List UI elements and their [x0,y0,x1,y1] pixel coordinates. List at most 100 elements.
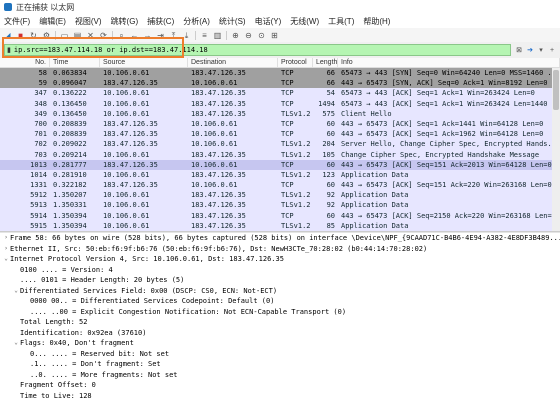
packet-row[interactable]: 5913 1.350331 10.106.0.61 183.47.126.35 TLSv… [0,200,560,211]
add-filter-button-icon[interactable]: + [548,46,556,54]
detail-tree-row[interactable]: Total Length: 52 [0,317,560,328]
menu-item-9[interactable]: 工具(T) [328,16,354,27]
detail-tree-row[interactable]: Time to Live: 128 [0,391,560,400]
display-filter-input[interactable] [13,46,510,54]
packet-cell-info: 443 → 65473 [ACK] Seq=2150 Ack=220 Win=2… [341,211,556,220]
column-header-protocol[interactable]: Protocol [278,58,313,67]
collapse-arrow-icon[interactable]: ⌄ [2,254,10,265]
restart-icon[interactable]: ↻ [29,31,38,40]
menu-item-2[interactable]: 视图(V) [75,16,102,27]
stop-icon[interactable]: ■ [16,31,25,40]
clear-filter-icon[interactable]: ⊠ [515,46,523,54]
menu-item-7[interactable]: 电话(Y) [255,16,282,27]
back-arrow-icon[interactable]: ← [130,31,139,40]
zoom-out-icon[interactable]: ⊖ [244,31,253,40]
menu-item-6[interactable]: 统计(S) [219,16,246,27]
packet-row[interactable]: 1331 0.322182 183.47.126.35 10.106.0.61 TCP 6… [0,180,560,191]
menu-item-0[interactable]: 文件(F) [4,16,30,27]
packet-cell-dst: 10.106.0.61 [191,140,238,149]
menu-item-5[interactable]: 分析(A) [183,16,210,27]
detail-tree-row[interactable]: › Frame 58: 66 bytes on wire (528 bits), … [0,233,560,244]
menu-item-10[interactable]: 帮助(H) [363,16,390,27]
recent-filters-icon[interactable]: ▾ [537,46,545,54]
detail-tree-row[interactable]: 0... .... = Reserved bit: Not set [0,349,560,360]
colorize-icon[interactable]: ▥ [213,31,222,40]
packet-cell-info: 443 → 65473 [SYN, ACK] Seq=0 Ack=1 Win=8… [341,79,560,88]
zoom-in-icon[interactable]: ⊕ [231,31,240,40]
apply-filter-icon[interactable]: ➔ [526,46,534,54]
packet-list[interactable]: 58 0.063834 10.106.0.61 183.47.126.35 TCP 66 6… [0,68,560,231]
save-icon[interactable]: ▤ [73,31,82,40]
shark-fin-icon[interactable]: ◢ [3,31,12,40]
detail-tree-row[interactable]: ⌄ Flags: 0x40, Don't fragment [0,338,560,349]
packet-row[interactable]: 1014 0.281910 10.106.0.61 183.47.126.35 TLSv… [0,169,560,181]
menu-item-4[interactable]: 捕获(C) [147,16,174,27]
column-header-time[interactable]: Time [50,58,100,67]
packet-row[interactable]: 59 0.096047 183.47.126.35 10.106.0.61 TCP 66 4… [0,78,560,89]
packet-row[interactable]: 701 0.208839 183.47.126.35 10.106.0.61 TCP 60… [0,129,560,140]
resize-columns-icon[interactable]: ⊞ [270,31,279,40]
packet-cell-dst: 10.106.0.61 [191,119,238,128]
packet-cell-src: 183.47.126.35 [103,79,158,88]
expand-arrow-icon[interactable]: › [2,244,10,255]
detail-tree-row[interactable]: 0100 .... = Version: 4 [0,265,560,276]
close-file-icon[interactable]: ✕ [86,31,95,40]
detail-tree-row[interactable]: .... 0101 = Header Length: 20 bytes (5) [0,275,560,286]
detail-tree-row[interactable]: 0000 00.. = Differentiated Services Code… [0,296,560,307]
packet-row[interactable]: 5915 1.350394 10.106.0.61 183.47.126.35 TLSv… [0,220,560,231]
collapse-arrow-icon[interactable]: ⌄ [12,338,20,349]
last-packet-icon[interactable]: ⤓ [182,31,191,40]
collapse-arrow-icon[interactable]: ⌄ [12,286,20,297]
detail-tree-row[interactable]: ⌄ Differentiated Services Field: 0x00 (DS… [0,286,560,297]
detail-tree-row[interactable]: › Ethernet II, Src: 50:eb:f6:9f:b6:76 (50… [0,244,560,255]
menu-item-1[interactable]: 编辑(E) [39,16,66,27]
packet-cell-src: 10.106.0.61 [103,89,150,98]
display-filter-field[interactable]: ▮ [4,44,511,56]
column-header-info[interactable]: Info [338,58,560,67]
first-packet-icon[interactable]: ⤒ [169,31,178,40]
autoscroll-icon[interactable]: ≡ [200,31,209,40]
packet-row[interactable]: 58 0.063834 10.106.0.61 183.47.126.35 TCP 66 6… [0,68,560,79]
zoom-reset-icon[interactable]: ⊙ [257,31,266,40]
detail-tree-row[interactable]: Fragment Offset: 0 [0,380,560,391]
packet-row[interactable]: 1013 0.281777 183.47.126.35 10.106.0.61 TCP 6… [0,159,560,170]
packet-details-pane[interactable]: › Frame 58: 66 bytes on wire (528 bits), … [0,233,560,400]
menu-item-8[interactable]: 无线(W) [290,16,319,27]
expand-arrow-icon[interactable]: › [2,233,10,244]
scrollbar-thumb[interactable] [553,70,559,110]
column-header-length[interactable]: Length [313,58,338,67]
packet-row[interactable]: 5912 1.350207 10.106.0.61 183.47.126.35 TLSv… [0,190,560,201]
detail-tree-row[interactable]: .1.. .... = Don't fragment: Set [0,359,560,370]
column-header-source[interactable]: Source [100,58,188,67]
find-icon[interactable]: ⌕ [117,31,126,40]
detail-tree-row[interactable]: Identification: 0x92ea (37610) [0,328,560,339]
packet-cell-proto: TCP [281,99,294,108]
packet-row[interactable]: 349 0.136450 10.106.0.61 183.47.126.35 TLSv1… [0,108,560,119]
packet-row[interactable]: 347 0.136222 10.106.0.61 183.47.126.35 TCP 54… [0,88,560,99]
reload-icon[interactable]: ⟳ [99,31,108,40]
open-file-icon[interactable]: ▭ [60,31,69,40]
packet-list-scrollbar[interactable] [552,68,560,231]
detail-tree-row[interactable]: ⌄ Internet Protocol Version 4, Src: 10.10… [0,254,560,265]
packet-row[interactable]: 5914 1.350394 10.106.0.61 183.47.126.35 TCP 6… [0,210,560,221]
packet-row[interactable]: 348 0.136450 10.106.0.61 183.47.126.35 TCP 14… [0,98,560,109]
detail-tree-row[interactable]: ..0. .... = More fragments: Not set [0,370,560,381]
packet-cell-info: 65473 → 443 [ACK] Seq=1 Ack=1 Win=263424… [341,89,535,98]
options-gear-icon[interactable]: ⚙ [42,31,51,40]
packet-cell-src: 10.106.0.61 [103,69,150,77]
detail-tree-row[interactable]: .... ..00 = Explicit Congestion Notifica… [0,307,560,318]
packet-cell-dst: 183.47.126.35 [191,109,246,118]
filter-bookmark-icon[interactable]: ▮ [7,46,11,54]
column-header-no[interactable]: No. [0,58,50,67]
forward-arrow-icon[interactable]: → [143,31,152,40]
column-header-destination[interactable]: Destination [188,58,278,67]
detail-text: Flags: 0x40, Don't fragment [20,339,134,347]
packet-row[interactable]: 703 0.209214 10.106.0.61 183.47.126.35 TLSv1… [0,149,560,160]
packet-row[interactable]: 700 0.208839 183.47.126.35 10.106.0.61 TCP 60… [0,118,560,130]
packet-row[interactable]: 702 0.209022 183.47.126.35 10.106.0.61 TLSv1… [0,139,560,150]
packet-cell-src: 10.106.0.61 [103,221,150,230]
go-to-packet-icon[interactable]: ⇥ [156,31,165,40]
packet-cell-proto: TLSv1.2 [281,150,311,159]
packet-cell-info: Application Data [341,221,409,230]
menu-item-3[interactable]: 跳转(G) [111,16,139,27]
